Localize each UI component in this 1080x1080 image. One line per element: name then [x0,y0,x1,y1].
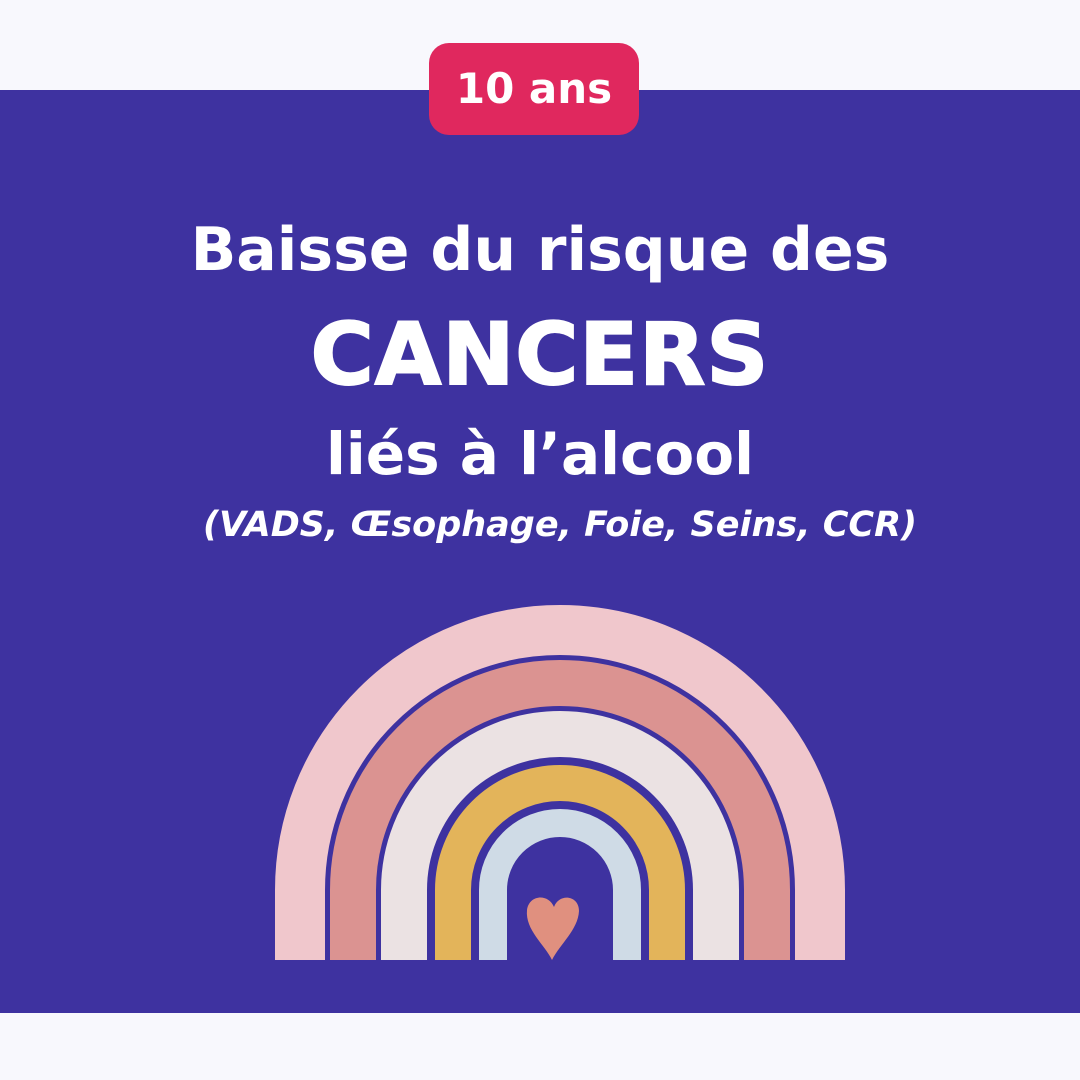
rainbow-icon [275,605,845,960]
headline-line-3: liés à l’alcool [325,420,755,488]
headline-cancers: CANCERS [310,304,770,406]
heart-icon [526,897,579,960]
cancer-types-subtitle: (VADS, Œsophage, Foie, Seins, CCR) [202,505,918,545]
headline-line-1: Baisse du risque des [190,215,890,285]
duration-badge: 10 ans [429,43,639,135]
